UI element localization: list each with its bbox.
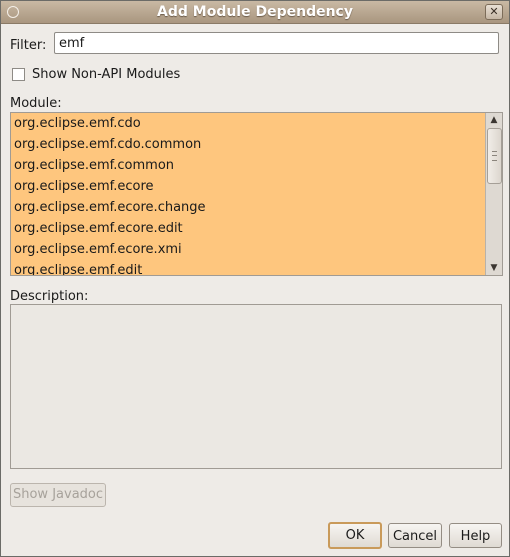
show-javadoc-button[interactable]: Show Javadoc: [10, 483, 106, 507]
filter-input[interactable]: [54, 32, 499, 54]
module-item[interactable]: org.eclipse.emf.ecore.xmi: [11, 239, 485, 260]
module-item[interactable]: org.eclipse.emf.ecore.change: [11, 197, 485, 218]
scroll-up-icon[interactable]: ▲: [486, 113, 502, 127]
module-item[interactable]: org.eclipse.emf.ecore: [11, 176, 485, 197]
ok-button[interactable]: OK: [328, 522, 382, 549]
module-list-scrollbar[interactable]: ▲ ▼: [485, 113, 502, 275]
scrollbar-thumb[interactable]: [487, 128, 502, 184]
module-item[interactable]: org.eclipse.emf.cdo: [11, 113, 485, 134]
cancel-button[interactable]: Cancel: [388, 523, 442, 548]
show-non-api-checkbox[interactable]: [12, 68, 25, 81]
title-bar[interactable]: Add Module Dependency ✕: [1, 1, 509, 24]
module-list[interactable]: org.eclipse.emf.cdo org.eclipse.emf.cdo.…: [11, 113, 485, 275]
grip-icon: [492, 151, 497, 161]
close-icon[interactable]: ✕: [485, 4, 503, 20]
module-item[interactable]: org.eclipse.emf.edit: [11, 260, 485, 275]
description-area: [10, 304, 502, 469]
help-button[interactable]: Help: [449, 523, 502, 548]
module-list-box: org.eclipse.emf.cdo org.eclipse.emf.cdo.…: [10, 112, 503, 276]
module-item[interactable]: org.eclipse.emf.cdo.common: [11, 134, 485, 155]
module-item[interactable]: org.eclipse.emf.ecore.edit: [11, 218, 485, 239]
filter-label: Filter:: [10, 38, 47, 53]
module-label: Module:: [10, 96, 62, 111]
module-item[interactable]: org.eclipse.emf.common: [11, 155, 485, 176]
description-label: Description:: [10, 289, 89, 304]
add-module-dependency-dialog: Add Module Dependency ✕ Filter: Show Non…: [0, 0, 510, 557]
dialog-title: Add Module Dependency: [157, 4, 353, 20]
show-non-api-label[interactable]: Show Non-API Modules: [32, 67, 180, 82]
scroll-down-icon[interactable]: ▼: [486, 261, 502, 275]
